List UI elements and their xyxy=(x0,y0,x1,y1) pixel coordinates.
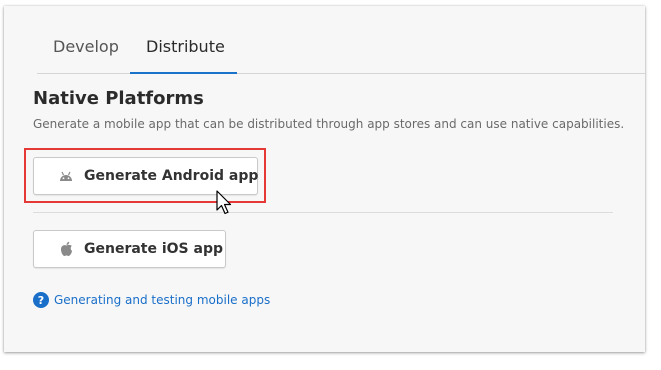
android-button-label: Generate Android app xyxy=(84,168,259,184)
help-link-text[interactable]: Generating and testing mobile apps xyxy=(54,293,270,307)
tab-bar: Develop Distribute xyxy=(37,6,645,74)
section-description: Generate a mobile app that can be distri… xyxy=(33,117,625,131)
help-link[interactable]: ? Generating and testing mobile apps xyxy=(33,292,270,308)
section-title: Native Platforms xyxy=(33,88,204,109)
tab-develop[interactable]: Develop xyxy=(53,37,119,56)
ios-button-label: Generate iOS app xyxy=(84,241,224,257)
generate-ios-button[interactable]: Generate iOS app xyxy=(33,230,226,268)
apple-icon xyxy=(58,241,74,257)
question-circle-icon: ? xyxy=(33,292,49,308)
tab-distribute[interactable]: Distribute xyxy=(146,37,225,56)
section-divider xyxy=(33,212,613,213)
android-icon xyxy=(58,168,74,184)
active-tab-indicator xyxy=(130,72,237,74)
mouse-pointer-icon xyxy=(216,190,234,216)
